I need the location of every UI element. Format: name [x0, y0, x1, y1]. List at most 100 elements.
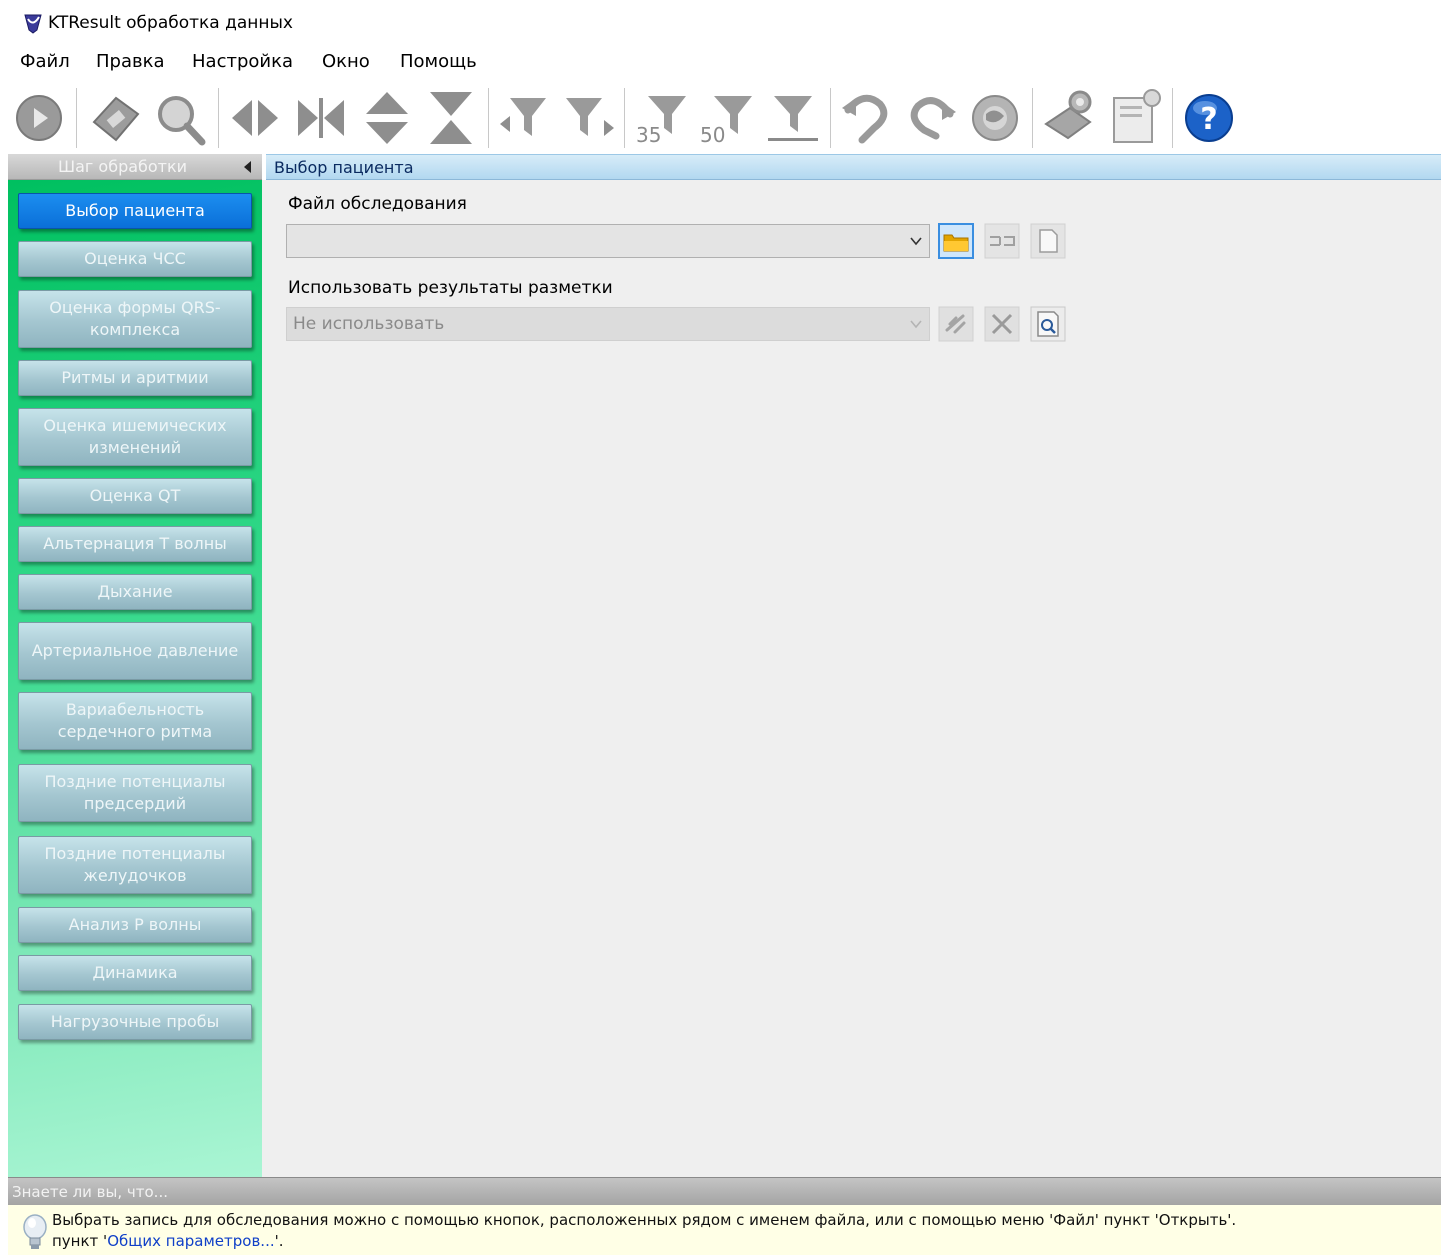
- zoom-button[interactable]: [150, 84, 208, 148]
- filter-left-button[interactable]: [496, 84, 554, 148]
- expand-horizontal-icon: [232, 100, 278, 136]
- sidebar-header-label: Шаг обработки: [58, 157, 188, 176]
- file-combobox[interactable]: [286, 224, 930, 258]
- app-logo-icon: [24, 14, 42, 34]
- markup-label: Использовать результаты разметки: [288, 278, 613, 298]
- delete-icon: [984, 306, 1020, 342]
- link-icon: [938, 306, 974, 342]
- step-blood-pressure[interactable]: Артериальное давление: [18, 622, 252, 680]
- step-ventricular-late-potentials[interactable]: Поздние потенциалы желудочков: [18, 836, 252, 894]
- new-document-button[interactable]: [1030, 223, 1066, 259]
- settings-button[interactable]: [1040, 84, 1098, 148]
- folder-open-icon: [938, 223, 974, 259]
- tip-text-continued: пункт 'Общих параметров...'.: [52, 1232, 284, 1250]
- notes-button[interactable]: [1106, 84, 1164, 148]
- filter-50-icon: 50: [700, 96, 752, 147]
- toolbar-separator: [830, 88, 832, 148]
- menu-bar: Файл Правка Настройка Окно Помощь: [0, 46, 1441, 80]
- markup-combobox-value: Не использовать: [293, 314, 445, 334]
- filter-50-button[interactable]: 50: [698, 84, 756, 148]
- toolbar-separator: [1172, 88, 1174, 148]
- collapse-horizontal-icon: [298, 98, 344, 138]
- filter-35-button[interactable]: 35: [632, 84, 690, 148]
- step-qrs-form[interactable]: Оценка формы QRS-комплекса: [18, 290, 252, 348]
- filter-35-label: 35: [636, 123, 661, 147]
- file-label: Файл обследования: [288, 194, 467, 214]
- menu-help[interactable]: Помощь: [400, 51, 477, 72]
- save-button[interactable]: [86, 84, 144, 148]
- step-p-wave[interactable]: Анализ P волны: [18, 907, 252, 943]
- new-document-icon: [1030, 223, 1066, 259]
- notes-icon: [1113, 89, 1161, 143]
- toolbar-separator: [218, 88, 220, 148]
- undo-icon: [842, 94, 888, 144]
- step-rhythms-arrhythmias[interactable]: Ритмы и аритмии: [18, 360, 252, 396]
- split-button[interactable]: [984, 223, 1020, 259]
- step-patient-selection[interactable]: Выбор пациента: [18, 193, 252, 229]
- title-bar: KTResult обработка данных: [0, 0, 1441, 46]
- toolbar-separator: [488, 88, 490, 148]
- step-ischemic-changes[interactable]: Оценка ишемических изменений: [18, 408, 252, 466]
- redo-button[interactable]: [902, 84, 960, 148]
- main-panel-title: Выбор пациента: [274, 158, 414, 177]
- collapse-horizontal-button[interactable]: [292, 84, 350, 148]
- menu-file[interactable]: Файл: [20, 51, 70, 72]
- menu-settings[interactable]: Настройка: [192, 51, 293, 72]
- expand-vertical-icon: [366, 92, 408, 144]
- sidebar-header: Шаг обработки: [8, 154, 262, 180]
- search-document-button[interactable]: [1030, 306, 1066, 342]
- general-parameters-link[interactable]: Общих параметров...: [107, 1232, 274, 1250]
- lightbulb-icon: [23, 1214, 47, 1249]
- collapse-vertical-button[interactable]: [422, 84, 480, 148]
- tip-text: Выбрать запись для обследования можно с …: [52, 1211, 1237, 1229]
- step-t-wave-alternans[interactable]: Альтернация T волны: [18, 526, 252, 562]
- step-qt[interactable]: Оценка QT: [18, 478, 252, 514]
- globe-icon: [972, 95, 1018, 141]
- menu-window[interactable]: Окно: [322, 51, 370, 72]
- window-title: KTResult обработка данных: [48, 13, 293, 33]
- sidebar: Выбор пациента Оценка ЧСС Оценка формы Q…: [8, 180, 262, 1177]
- filter-underline-icon: [768, 96, 818, 141]
- save-icon: [92, 96, 140, 142]
- main-panel: Файл обследования Использовать результат…: [262, 180, 1441, 1177]
- filter-50-label: 50: [700, 123, 725, 147]
- step-dynamics[interactable]: Динамика: [18, 955, 252, 991]
- step-heart-rate[interactable]: Оценка ЧСС: [18, 241, 252, 277]
- step-respiration[interactable]: Дыхание: [18, 574, 252, 610]
- split-icon: [984, 223, 1020, 259]
- markup-combobox[interactable]: Не использовать: [286, 307, 930, 341]
- collapse-vertical-icon: [430, 92, 472, 144]
- filter-underline-button[interactable]: [764, 84, 822, 148]
- tips-header-label: Знаете ли вы, что...: [12, 1183, 168, 1201]
- step-stress-tests[interactable]: Нагрузочные пробы: [18, 1004, 252, 1040]
- step-hrv[interactable]: Вариабельность сердечного ритма: [18, 692, 252, 750]
- svg-text:?: ?: [1200, 102, 1217, 137]
- expand-vertical-button[interactable]: [358, 84, 416, 148]
- play-icon: [16, 95, 62, 141]
- toolbar-separator: [1032, 88, 1034, 148]
- toolbar: 35 50 ?: [0, 80, 1441, 154]
- filter-right-button[interactable]: [560, 84, 618, 148]
- undo-button[interactable]: [838, 84, 896, 148]
- tips-panel: Выбрать запись для обследования можно с …: [8, 1205, 1441, 1255]
- tips-header: Знаете ли вы, что...: [8, 1177, 1441, 1205]
- step-atrial-late-potentials[interactable]: Поздние потенциалы предсердий: [18, 764, 252, 822]
- link-button[interactable]: [938, 306, 974, 342]
- help-icon: ?: [1185, 94, 1233, 142]
- settings-icon: [1044, 90, 1092, 140]
- expand-horizontal-button[interactable]: [226, 84, 284, 148]
- menu-edit[interactable]: Правка: [96, 51, 165, 72]
- chevron-down-icon: [910, 320, 922, 329]
- globe-button[interactable]: [966, 84, 1024, 148]
- help-button[interactable]: ?: [1180, 84, 1238, 148]
- tip-prefix: пункт ': [52, 1232, 108, 1250]
- play-button[interactable]: [10, 84, 68, 148]
- delete-button[interactable]: [984, 306, 1020, 342]
- filter-left-icon: [500, 98, 546, 136]
- main-panel-header: Выбор пациента: [266, 154, 1441, 180]
- redo-icon: [910, 97, 956, 140]
- sidebar-collapse-icon[interactable]: [244, 161, 251, 173]
- filter-right-icon: [566, 98, 614, 136]
- filter-35-icon: 35: [636, 96, 686, 147]
- open-folder-button[interactable]: [938, 223, 974, 259]
